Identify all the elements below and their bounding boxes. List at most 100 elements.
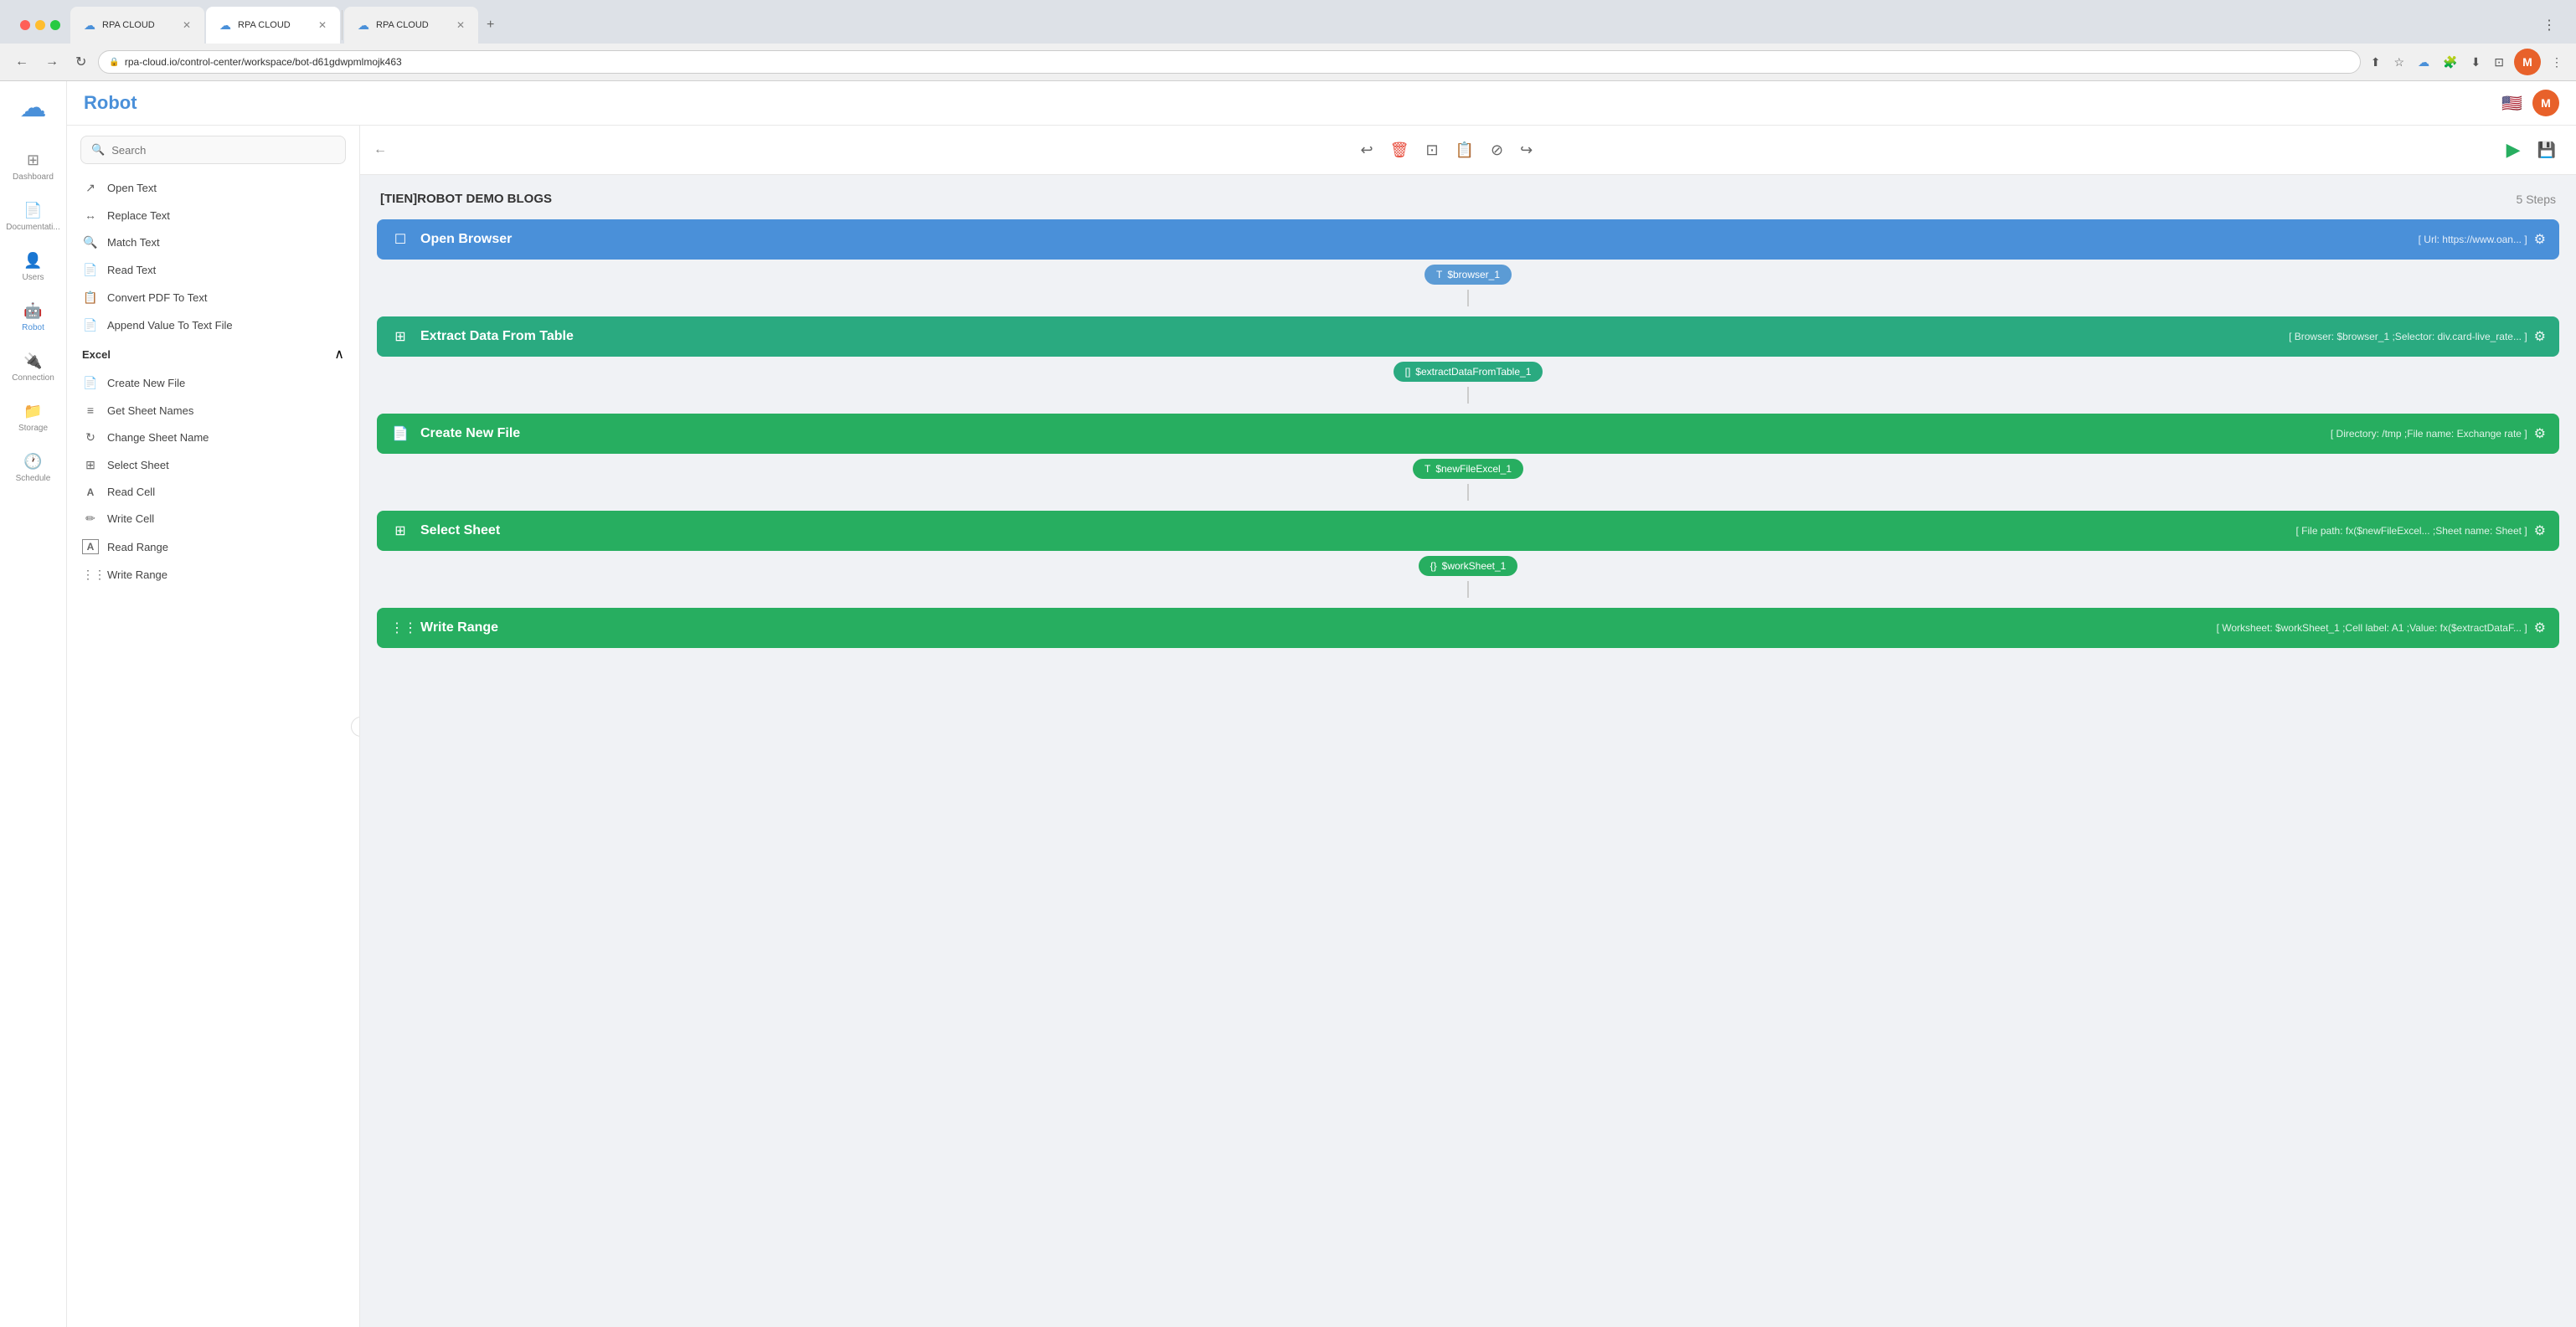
step-header-open-browser[interactable]: ☐ Open Browser [ Url: https://www.oan...… bbox=[377, 219, 2559, 260]
extract-data-settings[interactable]: ⚙ bbox=[2534, 328, 2546, 345]
replace-text-icon: ↔ bbox=[82, 208, 99, 222]
undo-btn[interactable]: ↩ bbox=[1354, 136, 1380, 164]
redo-btn[interactable]: ↪ bbox=[1513, 136, 1539, 164]
excel-section-header[interactable]: Excel ∧ bbox=[74, 339, 353, 369]
browser-tab-1[interactable]: ☁ RPA CLOUD ✕ bbox=[70, 7, 204, 44]
header-avatar[interactable]: M bbox=[2532, 90, 2559, 116]
delete-btn[interactable]: 🗑 bbox=[1383, 136, 1416, 164]
step-block-extract-data[interactable]: ⊞ Extract Data From Table [ Browser: $br… bbox=[377, 316, 2559, 357]
sidebar-item-write-cell[interactable]: ✏ Write Cell bbox=[74, 505, 353, 532]
step-output-select-sheet: {} $workSheet_1 bbox=[377, 551, 2559, 578]
users-icon: 👤 bbox=[23, 252, 42, 270]
create-new-file-settings[interactable]: ⚙ bbox=[2534, 425, 2546, 442]
canvas: [TIEN]ROBOT DEMO BLOGS 5 Steps ☐ Open Br… bbox=[360, 175, 2576, 1327]
browser-toolbar: ← → ↻ 🔒 rpa-cloud.io/control-center/work… bbox=[0, 44, 2576, 81]
step-header-extract-data[interactable]: ⊞ Extract Data From Table [ Browser: $br… bbox=[377, 316, 2559, 357]
refresh-browser-btn[interactable]: ↻ bbox=[70, 50, 91, 74]
tab-title-2: RPA CLOUD bbox=[238, 20, 312, 30]
output-label-select-sheet: $workSheet_1 bbox=[1442, 560, 1507, 572]
search-box: 🔍 bbox=[67, 126, 359, 174]
canvas-back-btn[interactable]: ← bbox=[374, 142, 387, 157]
new-tab-btn[interactable]: + bbox=[480, 7, 501, 44]
browser-tab-3[interactable]: ☁ RPA CLOUD ✕ bbox=[344, 7, 478, 44]
sidebar-item-read-range[interactable]: A Read Range bbox=[74, 532, 353, 561]
extensions-btn[interactable]: 🧩 bbox=[2439, 52, 2460, 73]
sidebar-item-storage[interactable]: 📁 Storage bbox=[4, 394, 63, 441]
read-range-icon: A bbox=[82, 539, 99, 554]
sidebar-item-append-value[interactable]: 📄 Append Value To Text File bbox=[74, 311, 353, 339]
back-browser-btn[interactable]: ← bbox=[10, 51, 33, 73]
tab-close-3[interactable]: ✕ bbox=[456, 19, 465, 31]
sidebar-item-dashboard[interactable]: ⊞ Dashboard bbox=[4, 143, 63, 190]
save-btn[interactable]: 💾 bbox=[2531, 136, 2563, 164]
split-view-btn[interactable]: ⊡ bbox=[2491, 52, 2507, 73]
canvas-toolbar: ← ↩ 🗑 ⊡ 📋 ⊘ ↪ ▶ 💾 bbox=[360, 126, 2576, 175]
step-header-create-new-file[interactable]: 📄 Create New File [ Directory: /tmp ;Fil… bbox=[377, 414, 2559, 454]
user-avatar[interactable]: M bbox=[2514, 49, 2541, 75]
extract-data-icon: ⊞ bbox=[390, 328, 410, 345]
append-value-icon: 📄 bbox=[82, 318, 99, 332]
step-block-select-sheet[interactable]: ⊞ Select Sheet [ File path: fx($newFileE… bbox=[377, 511, 2559, 551]
sidebar-nav: ☁ ⊞ Dashboard 📄 Documentati... 👤 Users 🤖… bbox=[0, 81, 67, 1327]
step-header-select-sheet[interactable]: ⊞ Select Sheet [ File path: fx($newFileE… bbox=[377, 511, 2559, 551]
replace-text-label: Replace Text bbox=[107, 209, 170, 222]
sidebar-item-schedule[interactable]: 🕐 Schedule bbox=[4, 445, 63, 491]
play-btn[interactable]: ▶ bbox=[2500, 134, 2527, 166]
open-browser-settings[interactable]: ⚙ bbox=[2534, 231, 2546, 248]
sidebar-item-convert-pdf[interactable]: 📋 Convert PDF To Text bbox=[74, 284, 353, 311]
select-sheet-step-title: Select Sheet bbox=[420, 523, 2296, 538]
paste-btn[interactable]: 📋 bbox=[1449, 136, 1481, 164]
sidebar-item-select-sheet[interactable]: ⊞ Select Sheet bbox=[74, 451, 353, 479]
canvas-area: ← ↩ 🗑 ⊡ 📋 ⊘ ↪ ▶ 💾 [TIEN]ROBOT DEMO BLOGS bbox=[360, 126, 2576, 1327]
step-block-open-browser[interactable]: ☐ Open Browser [ Url: https://www.oan...… bbox=[377, 219, 2559, 260]
output-label-extract-data: $extractDataFromTable_1 bbox=[1415, 366, 1531, 378]
output-badge-open-browser: T $browser_1 bbox=[1425, 265, 1512, 285]
step-block-write-range[interactable]: ⋮⋮ Write Range [ Worksheet: $workSheet_1… bbox=[377, 608, 2559, 648]
step-block-create-new-file[interactable]: 📄 Create New File [ Directory: /tmp ;Fil… bbox=[377, 414, 2559, 454]
maximize-window-btn[interactable] bbox=[50, 20, 60, 30]
sidebar-item-open-text[interactable]: ↗ Open Text bbox=[74, 174, 353, 202]
forward-browser-btn[interactable]: → bbox=[40, 51, 64, 73]
connector-line-4 bbox=[1467, 581, 1469, 598]
canvas-title: [TIEN]ROBOT DEMO BLOGS bbox=[380, 192, 552, 206]
settings-btn[interactable]: ⋮ bbox=[2548, 52, 2566, 73]
tab-icon-1: ☁ bbox=[84, 18, 95, 33]
output-prefix-open-browser: T bbox=[1436, 269, 1442, 280]
sidebar-item-connection[interactable]: 🔌 Connection bbox=[4, 344, 63, 391]
sidebar-item-match-text[interactable]: 🔍 Match Text bbox=[74, 229, 353, 256]
upload-btn[interactable]: ⬆ bbox=[2367, 52, 2384, 73]
browser-tab-2[interactable]: ☁ RPA CLOUD ✕ bbox=[206, 7, 340, 44]
copy-btn[interactable]: ⊡ bbox=[1419, 136, 1445, 164]
sidebar-item-robot[interactable]: 🤖 Robot bbox=[4, 294, 63, 341]
step-header-write-range[interactable]: ⋮⋮ Write Range [ Worksheet: $workSheet_1… bbox=[377, 608, 2559, 648]
sidebar-item-change-sheet-name[interactable]: ↻ Change Sheet Name bbox=[74, 424, 353, 451]
url-bar[interactable]: 🔒 rpa-cloud.io/control-center/workspace/… bbox=[98, 50, 2360, 74]
search-input[interactable] bbox=[111, 144, 335, 157]
browser-menu-btn[interactable]: ⋮ bbox=[2539, 13, 2559, 37]
download-btn[interactable]: ⬇ bbox=[2468, 52, 2485, 73]
stop-btn[interactable]: ⊘ bbox=[1484, 136, 1510, 164]
tab-close-2[interactable]: ✕ bbox=[318, 19, 327, 31]
write-range-step-title: Write Range bbox=[420, 620, 2217, 635]
tab-close-1[interactable]: ✕ bbox=[183, 19, 191, 31]
close-window-btn[interactable] bbox=[20, 20, 30, 30]
create-new-file-icon: 📄 bbox=[82, 376, 99, 390]
sidebar-item-create-new-file[interactable]: 📄 Create New File bbox=[74, 369, 353, 397]
write-range-settings[interactable]: ⚙ bbox=[2534, 620, 2546, 636]
app-container: ☁ ⊞ Dashboard 📄 Documentati... 👤 Users 🤖… bbox=[0, 81, 2576, 1327]
schedule-label: Schedule bbox=[16, 474, 51, 483]
sidebar-item-users[interactable]: 👤 Users bbox=[4, 244, 63, 291]
sidebar-item-replace-text[interactable]: ↔ Replace Text bbox=[74, 202, 353, 229]
bookmark-btn[interactable]: ☆ bbox=[2391, 52, 2409, 73]
select-sheet-settings[interactable]: ⚙ bbox=[2534, 522, 2546, 539]
sidebar-item-write-range[interactable]: ⋮⋮ Write Range bbox=[74, 561, 353, 589]
cloud-btn[interactable]: ☁ bbox=[2414, 52, 2433, 73]
connector-1 bbox=[377, 286, 2559, 310]
sidebar-item-get-sheet-names[interactable]: ≡ Get Sheet Names bbox=[74, 397, 353, 424]
minimize-window-btn[interactable] bbox=[35, 20, 45, 30]
sidebar-item-documentation[interactable]: 📄 Documentati... bbox=[4, 193, 63, 240]
connector-3 bbox=[377, 481, 2559, 504]
sidebar-item-read-cell[interactable]: A Read Cell bbox=[74, 479, 353, 505]
sidebar-item-read-text[interactable]: 📄 Read Text bbox=[74, 256, 353, 284]
read-cell-icon: A bbox=[82, 486, 99, 498]
